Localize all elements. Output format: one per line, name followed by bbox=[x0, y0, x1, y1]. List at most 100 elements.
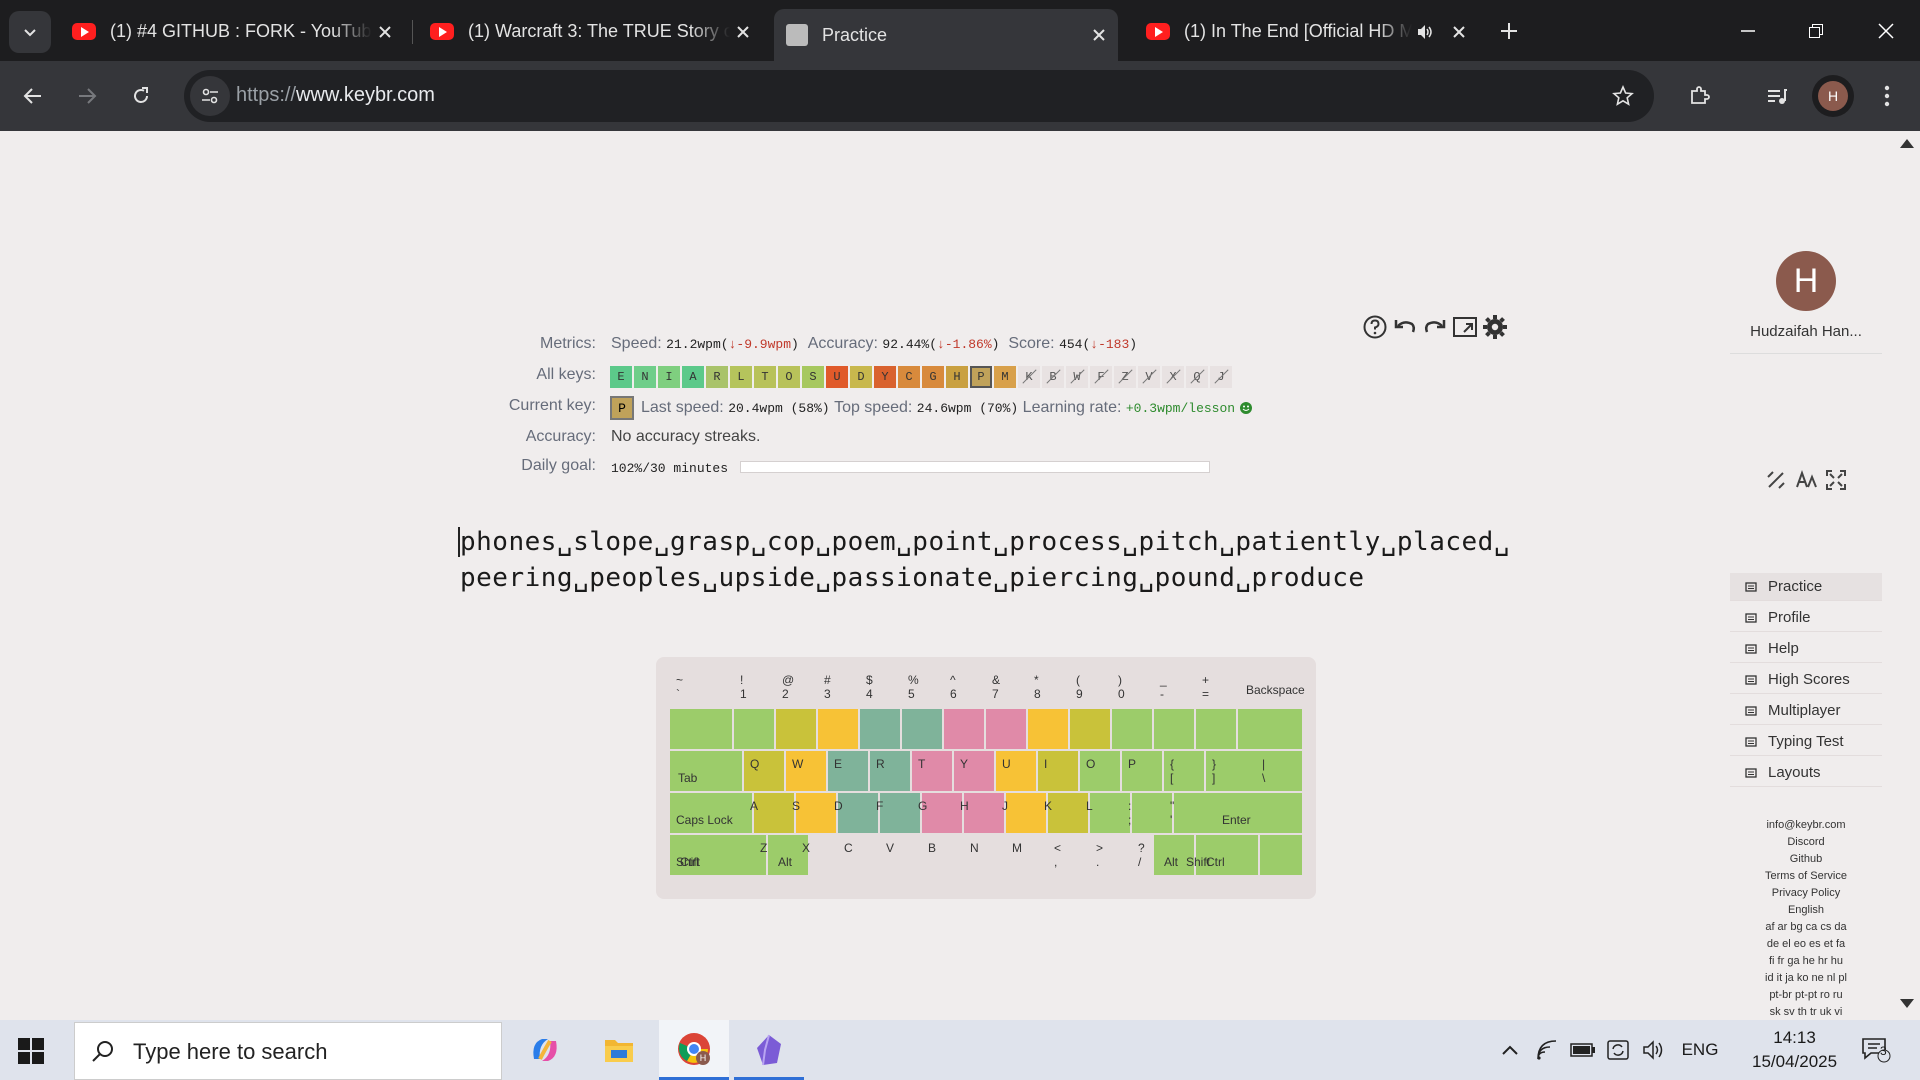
browser-tab[interactable]: (1) Warcraft 3: The TRUE Story of bbox=[418, 9, 762, 54]
notifications-button[interactable]: 3 bbox=[1856, 1038, 1896, 1063]
close-tab-icon[interactable] bbox=[372, 19, 398, 45]
scroll-down-arrow[interactable] bbox=[1900, 999, 1914, 1008]
restore-button[interactable] bbox=[1782, 0, 1850, 61]
nav-multiplayer[interactable]: Multiplayer bbox=[1730, 697, 1882, 725]
obsidian-taskbar-icon[interactable] bbox=[734, 1020, 804, 1080]
footer-link[interactable]: Discord bbox=[1730, 836, 1882, 848]
close-tab-icon[interactable] bbox=[1086, 22, 1112, 48]
footer-link[interactable]: pt-br pt-pt ro ru bbox=[1730, 989, 1882, 1001]
footer-link[interactable]: sk sv th tr uk vi bbox=[1730, 1006, 1882, 1018]
reload-button[interactable] bbox=[120, 75, 162, 117]
scroll-up-arrow[interactable] bbox=[1900, 139, 1914, 148]
key-indicator-i[interactable]: I bbox=[658, 366, 680, 388]
extensions-button[interactable] bbox=[1678, 75, 1720, 117]
fullscreen-icon[interactable] bbox=[1825, 469, 1847, 491]
close-tab-icon[interactable] bbox=[1446, 19, 1472, 45]
redo-icon[interactable] bbox=[1422, 314, 1448, 340]
sync-icon[interactable] bbox=[1604, 1038, 1632, 1062]
tab-search-button[interactable] bbox=[9, 11, 51, 53]
font-size-icon[interactable] bbox=[1795, 469, 1817, 491]
close-tab-icon[interactable] bbox=[730, 19, 756, 45]
settings-gear-icon[interactable] bbox=[1482, 314, 1508, 340]
key-indicator-a[interactable]: A bbox=[682, 366, 704, 388]
browser-menu-button[interactable] bbox=[1866, 75, 1908, 117]
bookmark-button[interactable] bbox=[1602, 75, 1644, 117]
footer-link[interactable]: Github bbox=[1730, 853, 1882, 865]
volume-icon[interactable] bbox=[1640, 1038, 1668, 1062]
key-indicator-d[interactable]: D bbox=[850, 366, 872, 388]
nav-high-scores[interactable]: High Scores bbox=[1730, 666, 1882, 694]
key-indicator-m[interactable]: M bbox=[994, 366, 1016, 388]
profile-avatar[interactable]: H bbox=[1818, 81, 1848, 111]
key-indicator-r[interactable]: R bbox=[706, 366, 728, 388]
lesson-text-line-2[interactable]: peering␣peoples␣upside␣passionate␣pierci… bbox=[460, 563, 1365, 593]
key-indicator-s[interactable]: S bbox=[802, 366, 824, 388]
key-indicator-k[interactable]: K bbox=[1018, 366, 1040, 388]
color-theme-icon[interactable] bbox=[1765, 469, 1787, 491]
key-indicator-o[interactable]: O bbox=[778, 366, 800, 388]
footer-link[interactable]: de el eo es et fa bbox=[1730, 938, 1882, 950]
new-tab-button[interactable] bbox=[1488, 10, 1530, 52]
nav-practice[interactable]: Practice bbox=[1730, 573, 1882, 601]
key-indicator-u[interactable]: U bbox=[826, 366, 848, 388]
key-indicator-t[interactable]: T bbox=[754, 366, 776, 388]
system-clock[interactable]: 14:13 15/04/2025 bbox=[1752, 1026, 1837, 1074]
nav-help[interactable]: Help bbox=[1730, 635, 1882, 663]
battery-icon[interactable] bbox=[1568, 1038, 1598, 1062]
audio-playing-icon[interactable] bbox=[1412, 19, 1438, 45]
key-indicator-l[interactable]: L bbox=[730, 366, 752, 388]
close-window-button[interactable] bbox=[1852, 0, 1920, 61]
key-indicator-e[interactable]: E bbox=[610, 366, 632, 388]
forward-button[interactable] bbox=[66, 75, 108, 117]
browser-tab[interactable]: (1) #4 GITHUB : FORK - YouTube bbox=[60, 9, 404, 54]
windows-start-icon[interactable] bbox=[18, 1038, 44, 1064]
key-indicator-y[interactable]: Y bbox=[874, 366, 896, 388]
footer-link[interactable]: Terms of Service bbox=[1730, 870, 1882, 882]
nav-typing-test[interactable]: Typing Test bbox=[1730, 728, 1882, 756]
address-bar[interactable]: https://www.keybr.com bbox=[184, 70, 1654, 122]
media-controls-button[interactable] bbox=[1756, 75, 1798, 117]
key-indicator-p[interactable]: P bbox=[970, 366, 992, 388]
input-language[interactable]: ENG bbox=[1680, 1038, 1720, 1062]
key-indicator-j[interactable]: J bbox=[1210, 366, 1232, 388]
key-indicator-z[interactable]: Z bbox=[1114, 366, 1136, 388]
user-avatar[interactable]: H bbox=[1776, 251, 1836, 311]
metrics-summary: Speed: 21.2wpm (↓-9.9wpm) Accuracy: 92.4… bbox=[611, 335, 1137, 353]
minimize-button[interactable] bbox=[1714, 0, 1782, 61]
key-indicator-h[interactable]: H bbox=[946, 366, 968, 388]
help-circle-icon[interactable] bbox=[1362, 314, 1388, 340]
footer-link[interactable]: id it ja ko ne nl pl bbox=[1730, 972, 1882, 984]
undo-icon[interactable] bbox=[1392, 314, 1418, 340]
show-hidden-icons[interactable] bbox=[1496, 1038, 1524, 1062]
key-indicator-w[interactable]: W bbox=[1066, 366, 1088, 388]
chrome-taskbar-icon[interactable]: H bbox=[659, 1020, 729, 1080]
key-indicator-v[interactable]: V bbox=[1138, 366, 1160, 388]
key-indicator-f[interactable]: F bbox=[1090, 366, 1112, 388]
footer-link[interactable]: Privacy Policy bbox=[1730, 887, 1882, 899]
key-label: * 8 bbox=[1028, 669, 1047, 705]
footer-link[interactable]: fi fr ga he hr hu bbox=[1730, 955, 1882, 967]
taskbar-search[interactable]: Type here to search bbox=[74, 1022, 502, 1080]
key-indicator-n[interactable]: N bbox=[634, 366, 656, 388]
wifi-icon[interactable] bbox=[1534, 1038, 1562, 1062]
browser-tab-active[interactable]: Practice bbox=[774, 9, 1118, 61]
lesson-text-line-1[interactable]: phones␣slope␣grasp␣cop␣poem␣point␣proces… bbox=[460, 527, 1510, 557]
key-indicator-q[interactable]: Q bbox=[1186, 366, 1208, 388]
footer-link[interactable]: English bbox=[1730, 904, 1882, 916]
key-indicator-g[interactable]: G bbox=[922, 366, 944, 388]
copilot-taskbar-icon[interactable] bbox=[510, 1020, 580, 1080]
key-indicator-c[interactable]: C bbox=[898, 366, 920, 388]
footer-link[interactable]: info@keybr.com bbox=[1730, 819, 1882, 831]
browser-tab[interactable]: (1) In The End [Official HD Music bbox=[1134, 9, 1478, 54]
zoom-window-icon[interactable] bbox=[1452, 314, 1478, 340]
back-button[interactable] bbox=[12, 75, 54, 117]
nav-layouts[interactable]: Layouts bbox=[1730, 759, 1882, 787]
key-indicator-x[interactable]: X bbox=[1162, 366, 1184, 388]
key-indicator-b[interactable]: B bbox=[1042, 366, 1064, 388]
site-info-button[interactable] bbox=[190, 76, 230, 116]
nav-profile[interactable]: Profile bbox=[1730, 604, 1882, 632]
file-explorer-taskbar-icon[interactable] bbox=[584, 1020, 654, 1080]
url-text[interactable]: https://www.keybr.com bbox=[236, 84, 435, 107]
user-name[interactable]: Hudzaifah Han... bbox=[1730, 323, 1882, 340]
footer-link[interactable]: af ar bg ca cs da bbox=[1730, 921, 1882, 933]
